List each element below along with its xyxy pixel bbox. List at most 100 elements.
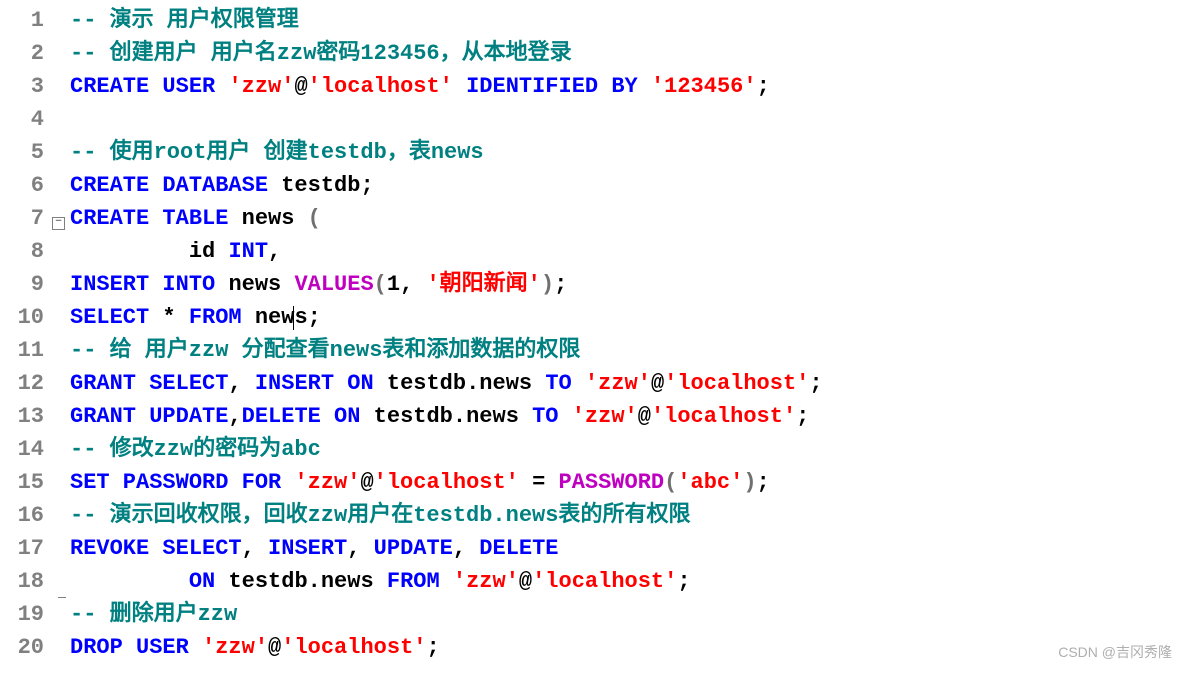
token: -- 修改zzw的密码为abc <box>70 437 321 462</box>
token: PASSWORD <box>559 470 665 495</box>
code-content[interactable]: GRANT SELECT, INSERT ON testdb.news TO '… <box>70 367 1182 400</box>
token: , <box>453 536 479 561</box>
code-content[interactable]: SET PASSWORD FOR 'zzw'@'localhost' = PAS… <box>70 466 1182 499</box>
line-number: 15 <box>0 466 52 499</box>
token: -- 给 用户zzw 分配查看news表和添加数据的权限 <box>70 338 580 363</box>
token: @ <box>519 569 532 594</box>
token: ; <box>796 404 809 429</box>
token: id <box>70 239 228 264</box>
token: = <box>519 470 559 495</box>
token: DROP USER <box>70 635 202 660</box>
code-line[interactable]: 14-- 修改zzw的密码为abc <box>0 433 1182 466</box>
token: 'zzw' <box>202 635 268 660</box>
code-line[interactable]: 6 CREATE DATABASE testdb; <box>0 169 1182 202</box>
code-line[interactable]: 15 SET PASSWORD FOR 'zzw'@'localhost' = P… <box>0 466 1182 499</box>
token: testdb.news <box>228 569 386 594</box>
line-number: 11 <box>0 334 52 367</box>
token: INSERT <box>268 536 347 561</box>
code-line[interactable]: 17 REVOKE SELECT, INSERT, UPDATE, DELETE <box>0 532 1182 565</box>
line-number: 16 <box>0 499 52 532</box>
code-line[interactable]: 7−CREATE TABLE news ( <box>0 202 1182 235</box>
token: 'zzw' <box>585 371 651 396</box>
token: INSERT ON <box>255 371 387 396</box>
token: @ <box>638 404 651 429</box>
code-line[interactable]: 2 -- 创建用户 用户名zzw密码123456，从本地登录 <box>0 37 1182 70</box>
token: 'zzw' <box>572 404 638 429</box>
token: ; <box>677 569 690 594</box>
token: ( <box>664 470 677 495</box>
line-number: 20 <box>0 631 52 664</box>
code-line[interactable]: 5-- 使用root用户 创建testdb，表news <box>0 136 1182 169</box>
code-line[interactable]: 10SELECT * FROM news; <box>0 301 1182 334</box>
token: CREATE TABLE <box>70 206 242 231</box>
code-content[interactable]: -- 创建用户 用户名zzw密码123456，从本地登录 <box>70 37 1182 70</box>
token: REVOKE SELECT <box>70 536 242 561</box>
code-line[interactable]: 20 DROP USER 'zzw'@'localhost'; <box>0 631 1182 664</box>
code-content[interactable]: CREATE USER 'zzw'@'localhost' IDENTIFIED… <box>70 70 1182 103</box>
token: ; <box>809 371 822 396</box>
code-content[interactable]: GRANT UPDATE,DELETE ON testdb.news TO 'z… <box>70 400 1182 433</box>
line-number: 17 <box>0 532 52 565</box>
line-number: 18 <box>0 565 52 598</box>
code-line[interactable]: 18 ON testdb.news FROM 'zzw'@'localhost'… <box>0 565 1182 598</box>
code-line[interactable]: 19-- 删除用户zzw <box>0 598 1182 631</box>
line-number: 13 <box>0 400 52 433</box>
token: 1 <box>387 272 400 297</box>
token: testdb.news <box>387 371 545 396</box>
token: @ <box>268 635 281 660</box>
code-content[interactable]: DROP USER 'zzw'@'localhost'; <box>70 631 1182 664</box>
line-number: 3 <box>0 70 52 103</box>
fold-toggle-icon[interactable]: − <box>52 217 65 230</box>
code-content[interactable]: -- 使用root用户 创建testdb，表news <box>70 136 1182 169</box>
code-content[interactable]: -- 给 用户zzw 分配查看news表和添加数据的权限 <box>70 334 1182 367</box>
code-line[interactable]: 12GRANT SELECT, INSERT ON testdb.news TO… <box>0 367 1182 400</box>
code-line[interactable]: 4 <box>0 103 1182 136</box>
token: 'zzw' <box>453 569 519 594</box>
code-content[interactable]: -- 演示回收权限，回收zzw用户在testdb.news表的所有权限 <box>70 499 1182 532</box>
token: ; <box>308 305 321 330</box>
token: TO <box>532 404 572 429</box>
token: 'localhost' <box>664 371 809 396</box>
token: 'zzw' <box>228 74 294 99</box>
code-line[interactable]: 3 CREATE USER 'zzw'@'localhost' IDENTIFIE… <box>0 70 1182 103</box>
code-line[interactable]: 8 id INT, <box>0 235 1182 268</box>
token: 'localhost' <box>308 74 453 99</box>
code-content[interactable]: ON testdb.news FROM 'zzw'@'localhost'; <box>70 565 1182 598</box>
token: ON <box>189 569 229 594</box>
code-content[interactable]: INSERT INTO news VALUES(1, '朝阳新闻'); <box>70 268 1182 301</box>
code-content[interactable]: -- 修改zzw的密码为abc <box>70 433 1182 466</box>
code-line[interactable]: 9INSERT INTO news VALUES(1, '朝阳新闻'); <box>0 268 1182 301</box>
token: testdb.news <box>374 404 532 429</box>
token: GRANT SELECT <box>70 371 228 396</box>
code-content[interactable]: CREATE DATABASE testdb; <box>70 169 1182 202</box>
code-editor[interactable]: 1-- 演示 用户权限管理2-- 创建用户 用户名zzw密码123456，从本地… <box>0 4 1182 664</box>
token: @ <box>294 74 307 99</box>
token: SELECT <box>70 305 162 330</box>
line-number: 6 <box>0 169 52 202</box>
token: news <box>228 272 294 297</box>
code-content[interactable]: SELECT * FROM news; <box>70 301 1182 334</box>
token: , <box>242 536 268 561</box>
code-line[interactable]: 13 GRANT UPDATE,DELETE ON testdb.news TO … <box>0 400 1182 433</box>
code-content[interactable]: CREATE TABLE news ( <box>70 202 1182 235</box>
code-content[interactable]: REVOKE SELECT, INSERT, UPDATE, DELETE <box>70 532 1182 565</box>
code-line[interactable]: 1-- 演示 用户权限管理 <box>0 4 1182 37</box>
token: ; <box>360 173 373 198</box>
line-number: 7 <box>0 202 52 235</box>
code-line[interactable]: 16 -- 演示回收权限，回收zzw用户在testdb.news表的所有权限 <box>0 499 1182 532</box>
code-content[interactable]: -- 演示 用户权限管理 <box>70 4 1182 37</box>
code-line[interactable]: 11 -- 给 用户zzw 分配查看news表和添加数据的权限 <box>0 334 1182 367</box>
token: '朝阳新闻' <box>426 272 540 297</box>
token: DELETE ON <box>242 404 374 429</box>
token: ; <box>426 635 439 660</box>
token: ( <box>308 206 321 231</box>
token: ; <box>757 470 770 495</box>
token: 'localhost' <box>281 635 426 660</box>
token: ; <box>554 272 567 297</box>
code-content[interactable]: -- 删除用户zzw <box>70 598 1182 631</box>
line-number: 2 <box>0 37 52 70</box>
token: -- 创建用户 用户名zzw密码123456，从本地登录 <box>70 41 572 66</box>
token: , <box>228 371 254 396</box>
token: 'localhost' <box>651 404 796 429</box>
code-content[interactable]: id INT, <box>70 235 1182 268</box>
